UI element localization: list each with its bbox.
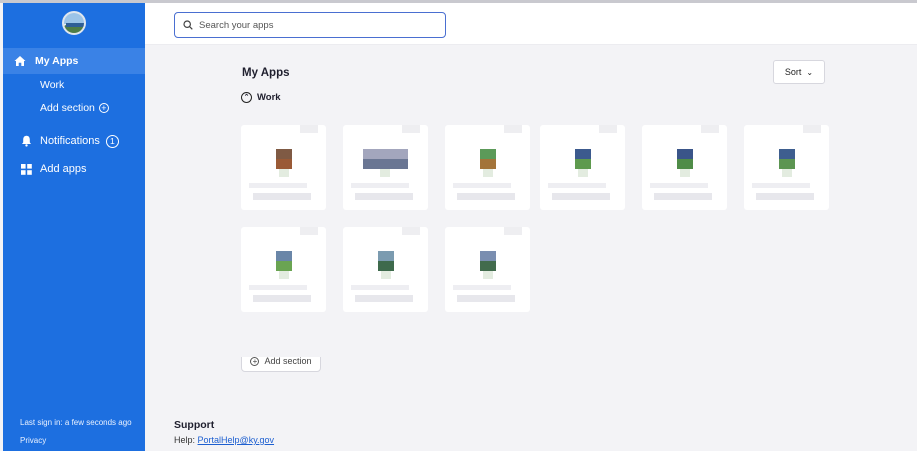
app-tile[interactable] <box>343 227 428 312</box>
app-icon <box>363 149 408 177</box>
add-section-button[interactable]: + Add section <box>241 356 321 372</box>
sort-label: Sort <box>784 67 802 77</box>
portal-logo[interactable] <box>62 11 86 35</box>
bell-icon <box>20 134 32 148</box>
nav-item-notifications[interactable]: Notifications 1 <box>20 134 119 148</box>
nav-label-add-apps: Add apps <box>40 163 87 175</box>
app-icon <box>779 149 795 177</box>
top-bar <box>145 3 917 45</box>
nav-label-add-section: Add section <box>40 102 95 114</box>
app-tile[interactable] <box>642 125 727 210</box>
grid-icon <box>20 162 32 176</box>
app-tile[interactable] <box>241 227 326 312</box>
app-tile[interactable] <box>744 125 829 210</box>
privacy-link[interactable]: Privacy <box>20 436 46 445</box>
sidebar: My Apps Work Add section + Notifications… <box>3 3 145 451</box>
nav-item-my-apps[interactable]: My Apps <box>13 54 78 68</box>
nav-subitem-add-section[interactable]: Add section + <box>40 102 109 114</box>
help-email-link[interactable]: PortalHelp@ky.gov <box>198 435 275 445</box>
nav-label-my-apps: My Apps <box>35 55 79 67</box>
app-icon <box>480 149 496 177</box>
section-title: Work <box>257 92 281 103</box>
app-tile[interactable] <box>241 125 326 210</box>
app-icon <box>276 251 292 279</box>
last-sign-in-text: Last sign in: a few seconds ago <box>20 418 132 427</box>
search-input[interactable] <box>199 19 439 31</box>
add-circle-icon: + <box>250 357 260 366</box>
app-icon <box>378 251 394 279</box>
notifications-count-badge: 1 <box>105 134 119 148</box>
collapse-chevron-icon[interactable]: ⌃ <box>241 92 252 103</box>
chevron-down-icon: ⌄ <box>806 67 814 77</box>
add-section-label: Add section <box>264 356 312 366</box>
section-header-work[interactable]: ⌃ Work <box>241 92 281 103</box>
nav-item-add-apps[interactable]: Add apps <box>20 162 86 176</box>
app-tile[interactable] <box>445 227 530 312</box>
home-icon <box>13 54 27 68</box>
app-icon <box>677 149 693 177</box>
add-circle-icon: + <box>98 103 109 113</box>
sort-button[interactable]: Sort ⌄ <box>773 60 825 84</box>
search-box[interactable] <box>174 12 446 38</box>
support-help-line: Help: PortalHelp@ky.gov <box>174 435 274 445</box>
help-label: Help: <box>174 435 196 445</box>
app-tile[interactable] <box>445 125 530 210</box>
page-title: My Apps <box>242 67 290 79</box>
app-tile[interactable] <box>540 125 625 210</box>
support-heading: Support <box>174 419 215 431</box>
nav-subitem-work[interactable]: Work <box>40 79 64 91</box>
nav-label-work: Work <box>40 79 65 91</box>
app-icon <box>575 149 591 177</box>
nav-label-notifications: Notifications <box>40 135 100 147</box>
app-icon <box>276 149 292 177</box>
app-tile[interactable] <box>343 125 428 210</box>
app-icon <box>480 251 496 279</box>
search-icon <box>183 20 193 30</box>
